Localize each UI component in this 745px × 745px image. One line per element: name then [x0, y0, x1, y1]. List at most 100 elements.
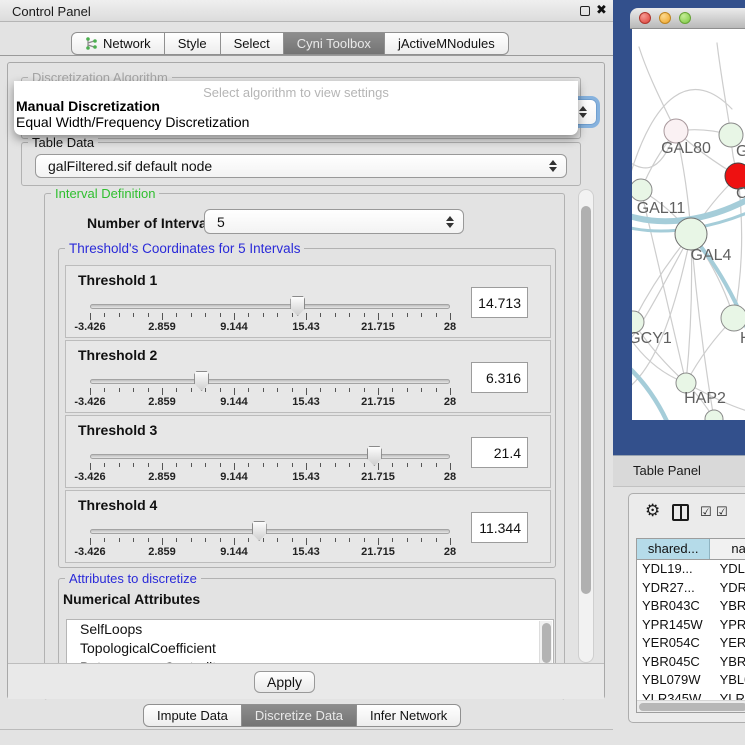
network-edge: [639, 47, 676, 131]
slider-tick: [292, 313, 293, 317]
table-row[interactable]: YER054CYER0: [637, 634, 745, 653]
slider-tick: [450, 463, 451, 470]
cell-shared-name: YBR045C: [637, 653, 711, 672]
tab-select[interactable]: Select: [221, 32, 284, 55]
slider-thumb[interactable]: [252, 521, 267, 541]
tab-label: Network: [103, 36, 151, 51]
slider-tick: [392, 388, 393, 392]
slider-track[interactable]: [90, 529, 450, 534]
threshold-value-field[interactable]: 6.316: [471, 362, 528, 393]
minimize-traffic-light-icon[interactable]: [659, 12, 671, 24]
network-node[interactable]: [705, 410, 723, 420]
threshold-value-field[interactable]: 21.4: [471, 437, 528, 468]
slider-tick-label: 21.715: [361, 396, 395, 408]
numerical-attributes-list[interactable]: SelfLoopsTopologicalCoefficientBetweenne…: [66, 619, 554, 666]
threshold-label: Threshold 3: [78, 422, 157, 438]
tab-network[interactable]: Network: [71, 32, 165, 55]
slider-thumb[interactable]: [367, 446, 382, 466]
slider-tick: [104, 538, 105, 542]
slider-tick: [335, 388, 336, 392]
tab-discretize-data[interactable]: Discretize Data: [242, 704, 357, 727]
slider-tick: [436, 313, 437, 317]
threshold-panel: Threshold 1-3.4262.8599.14415.4321.71528…: [65, 265, 551, 338]
table-row[interactable]: YBR045CYBR0: [637, 653, 745, 672]
attribute-item[interactable]: TopologicalCoefficient: [67, 639, 553, 658]
slider-tick: [450, 388, 451, 395]
slider-tick: [119, 313, 120, 317]
slider-tick: [248, 538, 249, 542]
scrollbar-thumb[interactable]: [581, 206, 591, 594]
slider-tick: [450, 313, 451, 320]
table-horizontal-scrollbar[interactable]: [637, 700, 745, 712]
node-table: shared... na YDL19...YDL1YDR27...YDR2YBR…: [636, 538, 745, 713]
scrollbar-thumb[interactable]: [639, 703, 745, 711]
close-traffic-light-icon[interactable]: [639, 12, 651, 24]
attribute-item[interactable]: SelfLoops: [67, 620, 553, 639]
table-row[interactable]: YBR043CYBR0: [637, 597, 745, 616]
slider-tick: [320, 463, 321, 467]
slider-track[interactable]: [90, 304, 450, 309]
slider-tick: [292, 538, 293, 542]
algorithm-option[interactable]: Manual Discretization: [14, 98, 578, 114]
table-data-combo[interactable]: galFiltered.sif default node: [35, 154, 567, 178]
slider-tick: [133, 463, 134, 467]
tab-jactivemnodules[interactable]: jActiveMNodules: [385, 32, 509, 55]
slider-track[interactable]: [90, 379, 450, 384]
slider-tick-label: 2.859: [148, 396, 176, 408]
network-node[interactable]: [721, 305, 745, 331]
slider-track[interactable]: [90, 454, 450, 459]
column-header-shared-name[interactable]: shared...: [637, 539, 710, 559]
columns-icon[interactable]: [672, 504, 689, 521]
threshold-value-field[interactable]: 14.713: [471, 287, 528, 318]
slider-tick: [392, 463, 393, 467]
table-rows: YDL19...YDL1YDR27...YDR2YBR043CYBR0YPR14…: [637, 560, 745, 713]
slider-tick: [306, 313, 307, 320]
table-row[interactable]: YDL19...YDL1: [637, 560, 745, 579]
slider-thumb[interactable]: [194, 371, 209, 391]
number-of-intervals-combo[interactable]: 5: [204, 209, 464, 234]
apply-bar: Apply: [8, 663, 604, 699]
zoom-traffic-light-icon[interactable]: [679, 12, 691, 24]
tab-infer-network[interactable]: Infer Network: [357, 704, 461, 727]
slider-tick-label: 28: [444, 396, 456, 408]
cell-shared-name: YPR145W: [637, 616, 711, 635]
slider-tick: [349, 313, 350, 317]
slider-tick: [148, 313, 149, 317]
scrollbar-thumb[interactable]: [542, 623, 551, 663]
checkbox-icon[interactable]: ☑: [716, 505, 728, 520]
tab-style[interactable]: Style: [165, 32, 221, 55]
slider-tick: [90, 463, 91, 470]
algorithm-prompt-item[interactable]: Select algorithm to view settings: [14, 81, 578, 98]
slider-tick-label: -3.426: [74, 471, 105, 483]
slider-tick: [90, 388, 91, 395]
slider-tick: [392, 313, 393, 317]
threshold-value-field[interactable]: 11.344: [471, 512, 528, 543]
gear-icon[interactable]: ⚙: [645, 501, 660, 521]
slider-tick: [407, 538, 408, 542]
panel-scrollbar[interactable]: [578, 189, 594, 663]
table-row[interactable]: YPR145WYPR1: [637, 616, 745, 635]
float-window-icon[interactable]: [580, 6, 590, 16]
network-node[interactable]: [632, 179, 652, 201]
tab-cyni-toolbox[interactable]: Cyni Toolbox: [284, 32, 385, 55]
tab-impute-data[interactable]: Impute Data: [143, 704, 242, 727]
attributes-group: Attributes to discretize Numerical Attri…: [58, 578, 556, 673]
table-data-combo-value: galFiltered.sif default node: [48, 158, 212, 174]
close-icon[interactable]: ✖: [596, 3, 607, 18]
slider-tick: [205, 538, 206, 542]
slider-tick-label: 28: [444, 546, 456, 558]
slider-tick: [90, 538, 91, 545]
algorithm-option[interactable]: Equal Width/Frequency Discretization: [14, 114, 578, 130]
network-canvas[interactable]: GAL80GACGAL11GAL4HGCY1HAP2: [632, 29, 745, 420]
attributes-scrollbar[interactable]: [539, 621, 552, 666]
network-node[interactable]: [675, 218, 707, 250]
network-window-titlebar[interactable]: [630, 8, 745, 29]
slider-tick: [176, 463, 177, 467]
column-header-name[interactable]: na: [710, 539, 745, 559]
window-bottom-edge: [0, 729, 613, 730]
apply-button[interactable]: Apply: [254, 671, 315, 693]
slider-tick: [320, 388, 321, 392]
table-row[interactable]: YBL079WYBL0: [637, 671, 745, 690]
checkbox-icon[interactable]: ☑: [700, 505, 712, 520]
table-row[interactable]: YDR27...YDR2: [637, 579, 745, 598]
